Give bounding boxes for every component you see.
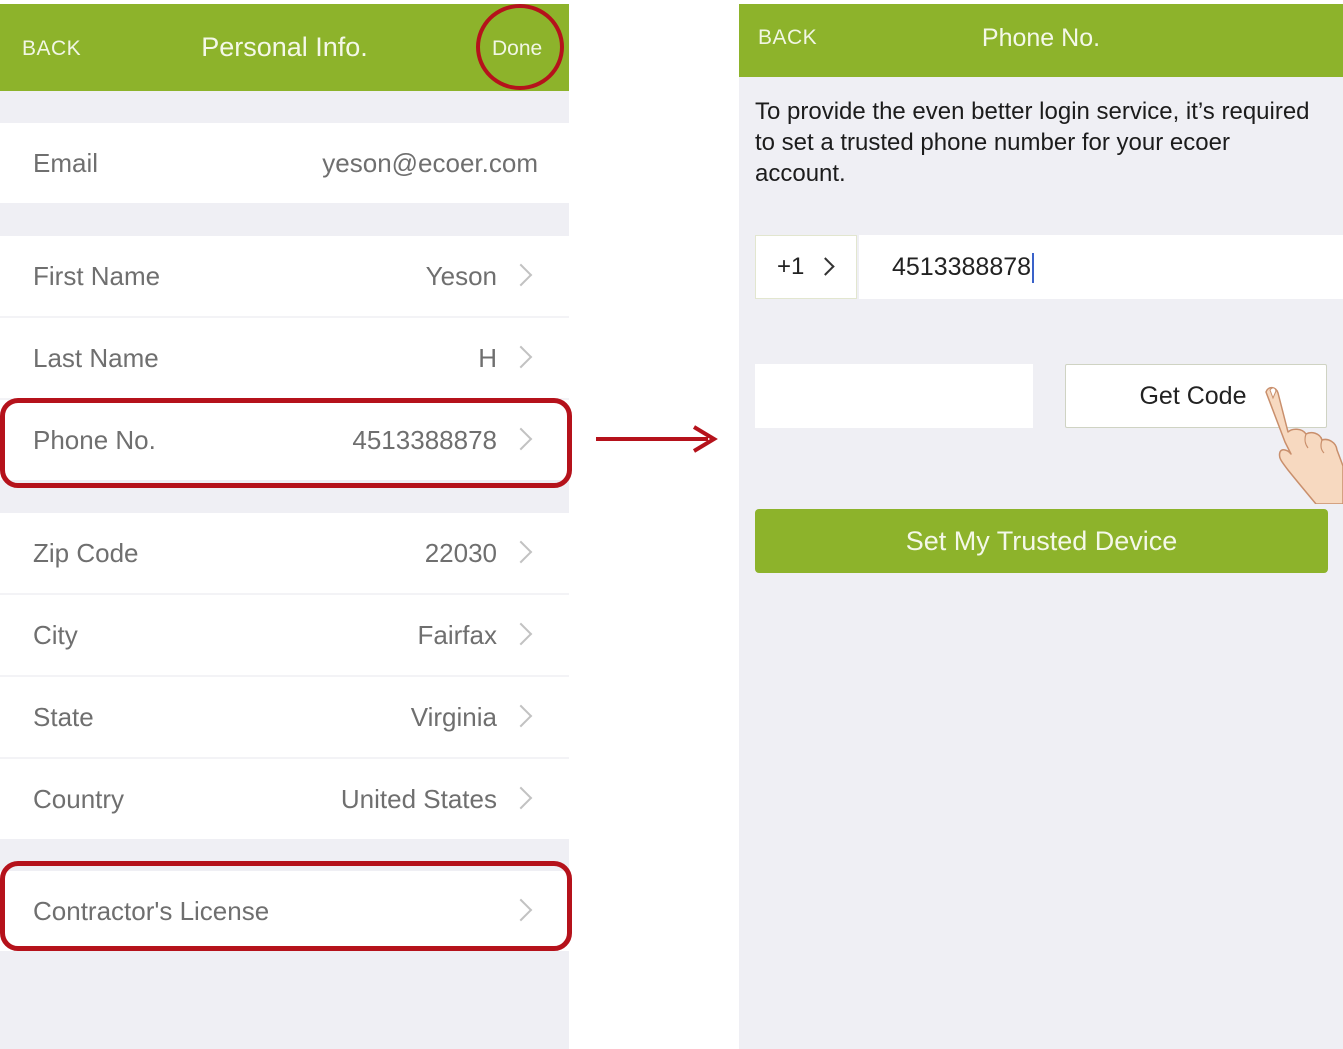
- pointing-hand-icon: [1265, 386, 1343, 504]
- state-row[interactable]: State Virginia: [0, 677, 569, 757]
- verification-code-input[interactable]: [755, 364, 1033, 428]
- country-value: United States: [340, 784, 497, 814]
- first-name-value: Yeson: [425, 261, 497, 291]
- zip-code-label: Zip Code: [33, 538, 139, 568]
- email-row: Email yeson@ecoer.com: [0, 123, 569, 203]
- right-arrow-icon: [596, 425, 718, 453]
- license-row-highlight: [0, 861, 572, 951]
- phone-number-input[interactable]: 4513388878: [859, 235, 1343, 299]
- last-name-label: Last Name: [33, 343, 159, 373]
- state-value: Virginia: [410, 702, 497, 732]
- chevron-right-icon: [509, 263, 533, 287]
- set-trusted-device-button[interactable]: Set My Trusted Device: [755, 509, 1328, 573]
- chevron-right-icon: [509, 622, 533, 646]
- country-code-value: +1: [777, 253, 805, 280]
- chevron-right-icon: [509, 345, 533, 369]
- country-row[interactable]: Country United States: [0, 759, 569, 839]
- zip-code-value: 22030: [424, 538, 497, 568]
- city-value: Fairfax: [417, 620, 497, 650]
- phone-number-navbar: BACK Phone No.: [739, 4, 1343, 77]
- last-name-value: H: [478, 343, 497, 373]
- email-value: yeson@ecoer.com: [322, 148, 538, 178]
- email-label: Email: [33, 148, 99, 178]
- zip-code-row[interactable]: Zip Code 22030: [0, 513, 569, 593]
- done-highlight-circle: [476, 4, 564, 90]
- country-label: Country: [33, 784, 125, 814]
- chevron-right-icon: [509, 786, 533, 810]
- last-name-row[interactable]: Last Name H: [0, 318, 569, 398]
- country-code-selector[interactable]: +1: [755, 235, 857, 299]
- text-cursor: [1032, 253, 1035, 284]
- chevron-right-icon: [509, 704, 533, 728]
- state-label: State: [33, 702, 94, 732]
- phone-row-highlight: [0, 398, 572, 488]
- intro-text: To provide the even better login service…: [755, 98, 1310, 187]
- page-title: Phone No.: [981, 24, 1101, 52]
- first-name-label: First Name: [33, 261, 161, 291]
- phone-number-screen: BACK Phone No. To provide the even bette…: [739, 4, 1343, 1049]
- city-label: City: [33, 620, 78, 650]
- chevron-right-icon: [816, 257, 835, 276]
- first-name-row[interactable]: First Name Yeson: [0, 236, 569, 316]
- chevron-right-icon: [509, 540, 533, 564]
- city-row[interactable]: City Fairfax: [0, 595, 569, 675]
- phone-number-value: 4513388878: [892, 253, 1032, 281]
